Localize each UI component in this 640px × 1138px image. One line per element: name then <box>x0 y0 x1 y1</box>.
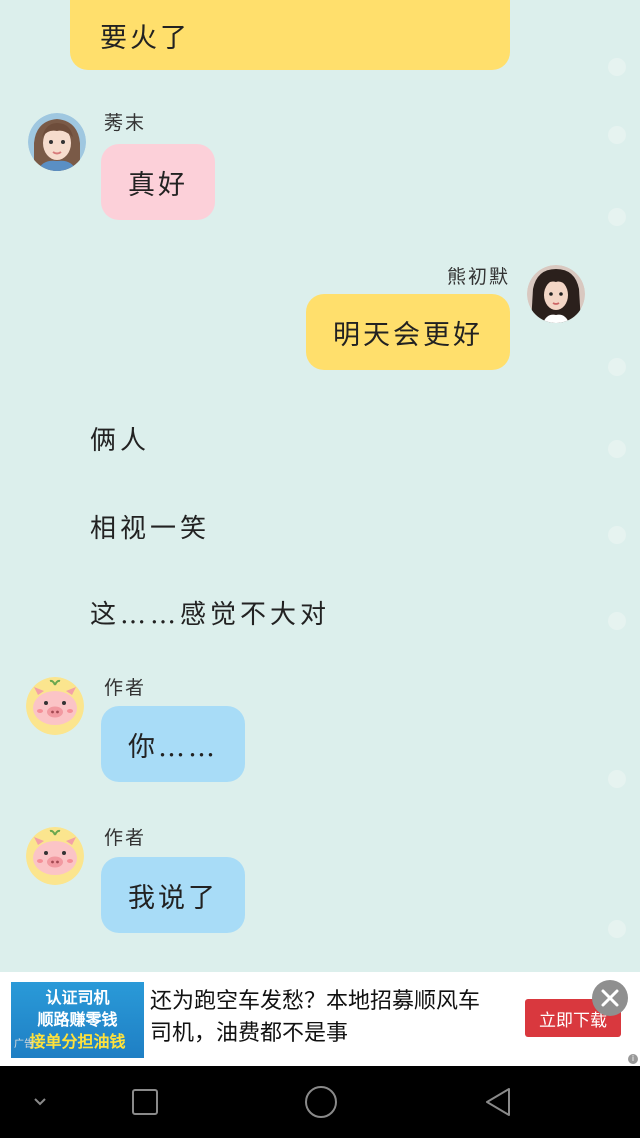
message-bubble[interactable]: 我说了 <box>101 857 245 933</box>
message-bubble[interactable]: 明天会更好 <box>306 294 510 370</box>
scroll-dot <box>608 58 626 76</box>
message-text: 你…… <box>128 731 218 763</box>
nav-recents-icon[interactable] <box>120 1066 170 1138</box>
navigation-bar <box>0 1066 640 1138</box>
message-bubble[interactable]: 真好 <box>101 144 215 220</box>
ad-info-icon[interactable]: i <box>628 1054 638 1064</box>
ad-image-line: 接单分担油钱 <box>29 1032 126 1051</box>
narration-text: 这……感觉不大对 <box>90 600 331 630</box>
message-bubble[interactable]: 要火了 <box>70 0 510 70</box>
message-text: 要火了 <box>100 22 190 54</box>
scroll-dot <box>608 612 626 630</box>
ad-banner[interactable]: 认证司机 顺路赚零钱 接单分担油钱 广告 还为跑空车发愁？本地招募顺风车司机，油… <box>0 972 640 1066</box>
sender-name: 作者 <box>104 827 147 849</box>
ad-image-line: 顺路赚零钱 <box>37 1010 118 1029</box>
nav-home-icon[interactable] <box>295 1066 347 1138</box>
scroll-dot <box>608 770 626 788</box>
ad-image[interactable]: 认证司机 顺路赚零钱 接单分担油钱 广告 <box>11 982 144 1058</box>
scroll-dot <box>608 920 626 938</box>
scroll-dot <box>608 126 626 144</box>
ad-text[interactable]: 还为跑空车发愁？本地招募顺风车司机，油费都不是事 <box>150 986 495 1050</box>
scroll-dot <box>608 526 626 544</box>
scroll-dot <box>608 208 626 226</box>
narration-text: 俩人 <box>90 426 151 456</box>
sender-name: 熊初默 <box>446 266 510 288</box>
nav-down-icon[interactable] <box>20 1066 60 1138</box>
avatar[interactable] <box>527 265 585 323</box>
close-icon[interactable] <box>592 980 628 1016</box>
ad-image-line: 认证司机 <box>45 988 110 1007</box>
pig-avatar[interactable] <box>26 677 84 735</box>
message-text: 真好 <box>128 169 188 201</box>
message-text: 我说了 <box>128 882 218 914</box>
nav-back-icon[interactable] <box>472 1066 524 1138</box>
sender-name: 莠末 <box>104 112 147 134</box>
scroll-dot <box>608 440 626 458</box>
message-bubble[interactable]: 你…… <box>101 706 245 782</box>
avatar[interactable] <box>28 113 86 171</box>
pig-avatar[interactable] <box>26 827 84 885</box>
scroll-dot <box>608 358 626 376</box>
narration-text: 相视一笑 <box>90 514 211 544</box>
chat-area[interactable]: 要火了 莠末 真好 熊初默 明天会更好 俩人 相视一笑 这……感觉不大对 作者 … <box>0 0 640 972</box>
ad-tag: 广告 <box>14 1039 34 1050</box>
message-text: 明天会更好 <box>333 319 483 351</box>
sender-name: 作者 <box>104 677 147 699</box>
